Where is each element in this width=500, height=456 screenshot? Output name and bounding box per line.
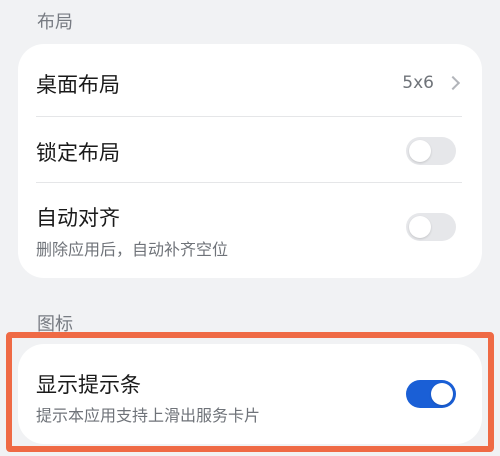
toggle-knob [409, 140, 431, 162]
section-header-layout: 布局 [37, 12, 73, 33]
settings-page: 布局 桌面布局 5x6 锁定布局 自动对齐 删除应用后，自动补齐空位 图标 显示… [0, 0, 500, 456]
lock-layout-title: 锁定布局 [36, 141, 120, 165]
show-indicator-subtitle: 提示本应用支持上滑出服务卡片 [36, 406, 261, 425]
desktop-layout-title: 桌面布局 [36, 73, 120, 97]
section-header-icon: 图标 [37, 314, 73, 335]
lock-layout-toggle[interactable] [406, 137, 456, 165]
toggle-knob [409, 216, 431, 238]
desktop-layout-value: 5x6 [402, 73, 434, 93]
chevron-right-icon [445, 75, 461, 91]
desktop-layout-row[interactable]: 桌面布局 5x6 [18, 44, 482, 116]
toggle-knob [431, 383, 453, 405]
auto-align-toggle[interactable] [406, 213, 456, 241]
icon-settings-card: 显示提示条 提示本应用支持上滑出服务卡片 [18, 344, 482, 444]
lock-layout-row: 锁定布局 [18, 116, 482, 182]
auto-align-title: 自动对齐 [36, 206, 120, 230]
show-indicator-toggle[interactable] [406, 380, 456, 408]
auto-align-row: 自动对齐 删除应用后，自动补齐空位 [18, 182, 482, 278]
show-indicator-title: 显示提示条 [36, 373, 141, 397]
auto-align-subtitle: 删除应用后，自动补齐空位 [36, 240, 229, 259]
layout-settings-card: 桌面布局 5x6 锁定布局 自动对齐 删除应用后，自动补齐空位 [18, 44, 482, 278]
show-indicator-row: 显示提示条 提示本应用支持上滑出服务卡片 [18, 344, 482, 444]
